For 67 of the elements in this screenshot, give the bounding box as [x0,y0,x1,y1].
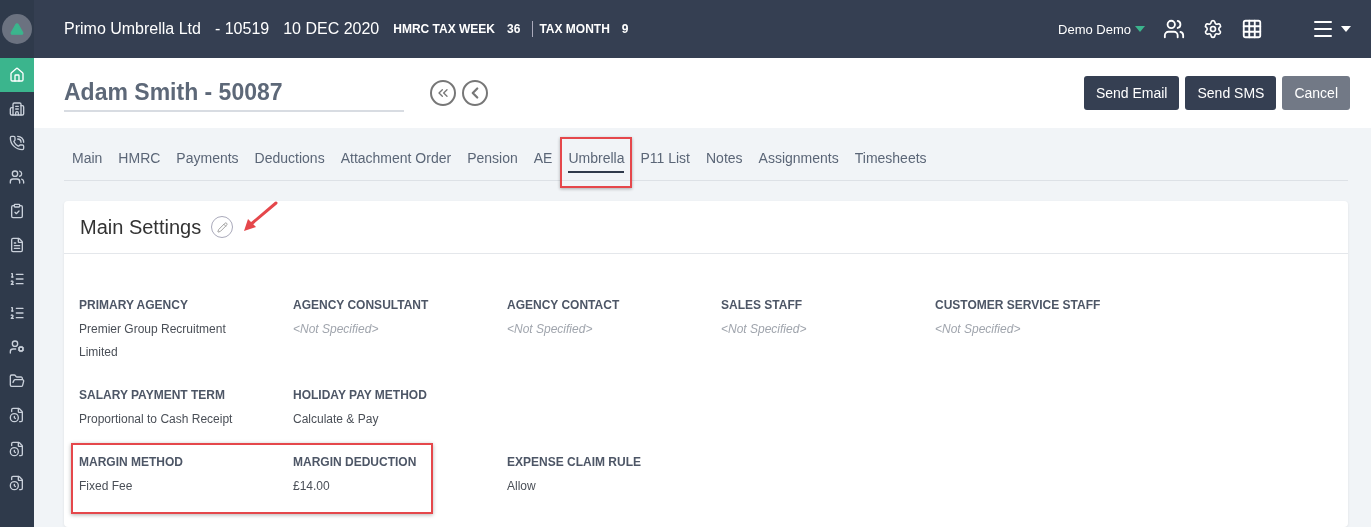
company-id: - 10519 [214,20,270,38]
field-value: £14.00 [293,478,331,495]
tax-month: 9 [621,22,629,36]
field-value: Premier Group Recruitment Limited [79,321,227,361]
tab[interactable]: Attachment Order [340,143,452,173]
list-icon [9,271,25,287]
company-name: Primo Umbrella Ltd [64,20,201,38]
action-button[interactable]: Send SMS [1185,76,1277,110]
field-value: <Not Specified> [293,321,380,338]
folder-icon [9,373,25,389]
tab[interactable]: Umbrella [568,143,625,173]
clipboard-icon [9,203,25,219]
tab[interactable]: Timesheets [854,143,927,173]
person-icon [9,339,25,355]
field-label: SALARY PAYMENT TERM [79,388,226,402]
tab[interactable]: Pension [467,143,518,173]
field-label: EXPENSE CLAIM RULE [507,455,642,469]
users-icon [9,169,25,185]
field-value: <Not Specified> [507,321,594,338]
phone-icon [9,135,25,151]
tab[interactable]: Payments [176,143,239,173]
field-label: SALES STAFF [721,298,804,312]
users-icon[interactable] [1163,18,1185,40]
grid-icon[interactable] [1241,18,1263,40]
tab[interactable]: AE [533,143,553,173]
caret-icon [1135,26,1145,32]
card-title: Main Settings [80,215,202,239]
tab[interactable]: Main [72,143,103,173]
file-icon [9,475,25,491]
user-menu[interactable]: Demo Demo [1058,21,1131,37]
building-icon [9,101,25,117]
field-value: <Not Specified> [721,321,808,338]
list-icon [9,305,25,321]
settings-icon[interactable] [1203,19,1223,39]
tab[interactable]: P11 List [640,143,690,173]
date: 10 DEC 2020 [283,20,380,38]
tax-week: 36 [507,22,521,36]
caret-icon [1341,26,1351,32]
file-icon [9,407,25,423]
field-value: Fixed Fee [79,478,134,495]
tax-month-label: TAX MONTH [539,22,610,36]
tab[interactable]: Deductions [254,143,325,173]
field-label: MARGIN METHOD [79,455,184,469]
field-label: PRIMARY AGENCY [79,298,189,312]
field-label: CUSTOMER SERVICE STAFF [935,298,1102,312]
field-label: AGENCY CONSULTANT [293,298,430,312]
field-label: HOLIDAY PAY METHOD [293,388,428,402]
field-value: <Not Specified> [935,321,1022,338]
field-value: Calculate & Pay [293,411,380,428]
previous-button[interactable] [462,80,488,106]
action-button[interactable]: Send Email [1083,76,1180,110]
logo[interactable] [2,14,32,44]
tab[interactable]: HMRC [118,143,161,173]
field-value: Allow [507,478,537,495]
action-button[interactable]: Cancel [1282,76,1350,110]
document-icon [9,237,25,253]
pencil-icon [216,221,228,233]
field-label: AGENCY CONTACT [507,298,621,312]
home-icon [9,67,25,83]
first-button[interactable] [430,80,456,106]
tab[interactable]: Notes [706,143,743,173]
field-label: MARGIN DEDUCTION [293,455,418,469]
tab[interactable]: Assignments [758,143,839,173]
employee-name: Adam Smith - 50087 [64,78,404,112]
field-value: Proportional to Cash Receipt [79,411,234,428]
tax-week-label: HMRC TAX WEEK [393,22,496,36]
file-icon [9,441,25,457]
